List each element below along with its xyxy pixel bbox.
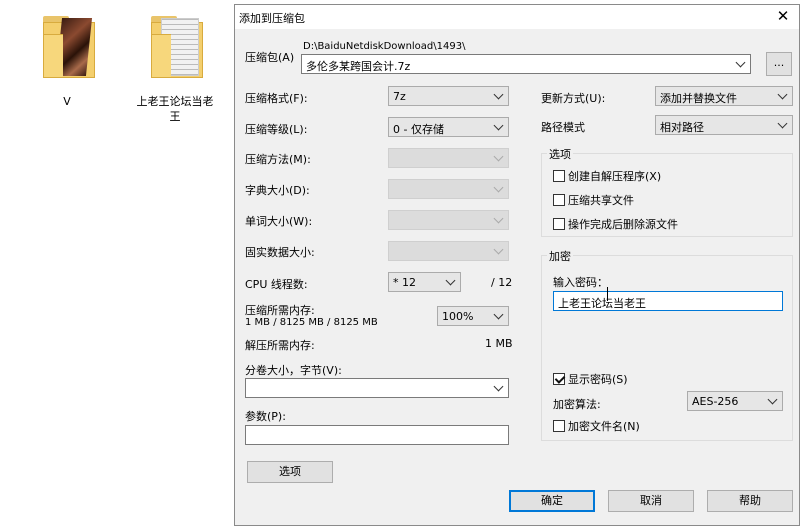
password-input[interactable]: 上老王论坛当老王 <box>553 291 783 311</box>
chevron-down-icon <box>494 152 504 162</box>
desktop-icon-label: 上老王论坛当老王 <box>136 95 214 123</box>
volume-label: 分卷大小，字节(V): <box>245 364 342 377</box>
level-label: 压缩等级(L): <box>245 123 308 136</box>
shared-files-checkbox[interactable]: 压缩共享文件 <box>553 192 634 208</box>
chevron-down-icon <box>494 382 504 392</box>
update-value: 添加并替换文件 <box>660 92 737 105</box>
create-sfx-checkbox[interactable]: 创建自解压程序(X) <box>553 168 661 184</box>
method-select <box>388 148 509 168</box>
chevron-down-icon <box>494 183 504 193</box>
pathmode-label: 路径模式 <box>541 121 585 134</box>
checkbox-icon <box>553 194 565 206</box>
folder-icon <box>39 16 95 82</box>
title-bar: 添加到压缩包 ✕ <box>235 5 799 29</box>
mem-percent-select[interactable]: 100% <box>437 306 509 326</box>
level-value: 0 - 仅存储 <box>393 123 444 136</box>
chevron-down-icon <box>494 90 504 100</box>
threads-max: / 12 <box>491 276 513 289</box>
update-select[interactable]: 添加并替换文件 <box>655 86 793 106</box>
desktop-folder-v[interactable]: V <box>22 16 112 116</box>
method-label: 压缩方法(M): <box>245 153 311 166</box>
mem-percent-value: 100% <box>442 310 474 323</box>
mem-compress-detail: 1 MB / 8125 MB / 8125 MB <box>245 317 378 328</box>
checkbox-icon <box>553 170 565 182</box>
options-button[interactable]: 选项 <box>247 461 333 483</box>
format-value: 7z <box>393 90 406 103</box>
create-sfx-label: 创建自解压程序(X) <box>568 170 662 183</box>
delete-after-checkbox[interactable]: 操作完成后删除源文件 <box>553 216 678 232</box>
params-label: 参数(P): <box>245 410 286 423</box>
checkbox-icon <box>553 218 565 230</box>
checkbox-icon <box>553 420 565 432</box>
shared-files-label: 压缩共享文件 <box>568 194 634 207</box>
level-select[interactable]: 0 - 仅存储 <box>388 117 509 137</box>
mem-decompress-value: 1 MB <box>485 337 513 350</box>
volume-combo[interactable] <box>245 378 509 398</box>
delete-after-label: 操作完成后删除源文件 <box>568 218 678 231</box>
chevron-down-icon <box>446 276 456 286</box>
solid-select <box>388 241 509 261</box>
encrypt-names-checkbox[interactable]: 加密文件名(N) <box>553 418 640 434</box>
cancel-button[interactable]: 取消 <box>608 490 694 512</box>
close-icon[interactable]: ✕ <box>773 7 793 25</box>
mem-decompress-label: 解压所需内存: <box>245 339 315 352</box>
add-to-archive-dialog: 添加到压缩包 ✕ 压缩包(A) D:\BaiduNetdiskDownload\… <box>234 4 800 526</box>
encryption-method-select[interactable]: AES-256 <box>687 391 783 411</box>
password-label: 输入密码： <box>553 276 608 289</box>
chevron-down-icon <box>494 310 504 320</box>
format-select[interactable]: 7z <box>388 86 509 106</box>
chevron-down-icon <box>494 121 504 131</box>
folder-icon <box>147 16 203 82</box>
show-password-label: 显示密码(S) <box>568 373 628 386</box>
options-group-title: 选项 <box>547 146 573 162</box>
dict-select <box>388 179 509 199</box>
mem-compress-label: 压缩所需内存: <box>245 304 315 317</box>
dict-label: 字典大小(D): <box>245 184 310 197</box>
word-label: 单词大小(W): <box>245 215 313 228</box>
update-label: 更新方式(U): <box>541 92 606 105</box>
desktop-folder-shanglaowang[interactable]: 上老王论坛当老王 <box>130 16 220 136</box>
format-label: 压缩格式(F): <box>245 92 308 105</box>
solid-label: 固实数据大小: <box>245 246 315 259</box>
archive-label: 压缩包(A) <box>245 51 295 64</box>
word-select <box>388 210 509 230</box>
params-input[interactable] <box>245 425 509 445</box>
pathmode-value: 相对路径 <box>660 121 704 134</box>
threads-label: CPU 线程数: <box>245 278 308 291</box>
text-cursor-icon <box>607 287 608 301</box>
desktop-icon-label: V <box>63 95 71 108</box>
chevron-down-icon <box>494 245 504 255</box>
browse-button[interactable]: ... <box>766 52 792 76</box>
encryption-method-value: AES-256 <box>692 395 739 408</box>
help-button[interactable]: 帮助 <box>707 490 793 512</box>
chevron-down-icon <box>778 90 788 100</box>
threads-select[interactable]: * 12 <box>388 272 461 292</box>
dialog-title: 添加到压缩包 <box>239 12 305 25</box>
archive-name: 多伦多某跨国会计.7z <box>306 60 411 73</box>
pathmode-select[interactable]: 相对路径 <box>655 115 793 135</box>
show-password-checkbox[interactable]: 显示密码(S) <box>553 371 628 387</box>
chevron-down-icon <box>778 119 788 129</box>
chevron-down-icon <box>494 214 504 224</box>
encrypt-names-label: 加密文件名(N) <box>568 420 640 433</box>
threads-value: * 12 <box>393 276 416 289</box>
ok-button[interactable]: 确定 <box>509 490 595 512</box>
chevron-down-icon <box>736 58 746 68</box>
encryption-method-label: 加密算法: <box>553 398 601 411</box>
archive-path: D:\BaiduNetdiskDownload\1493\ <box>303 41 466 52</box>
archive-name-combo[interactable]: 多伦多某跨国会计.7z <box>301 54 751 74</box>
chevron-down-icon <box>768 395 778 405</box>
encryption-group-title: 加密 <box>547 248 573 264</box>
checkbox-checked-icon <box>553 373 565 385</box>
